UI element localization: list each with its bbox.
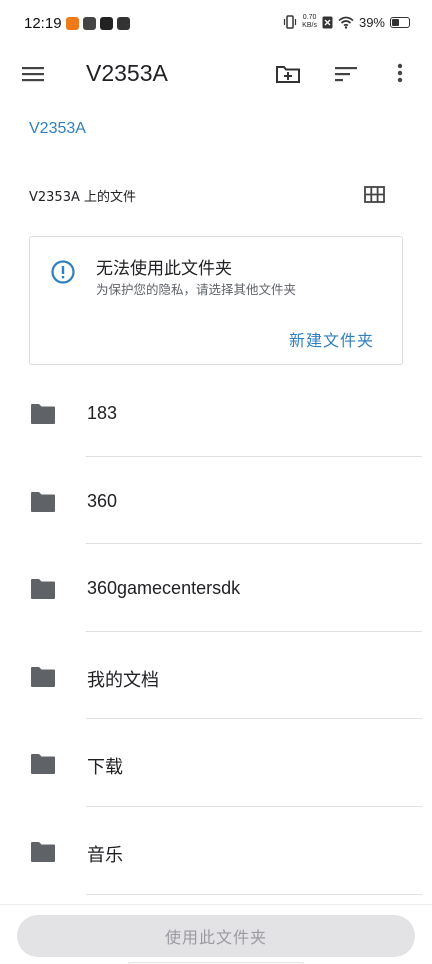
vibrate-icon (284, 15, 297, 29)
folder-item[interactable]: 我的文档 (0, 632, 432, 720)
folder-item[interactable]: 下载 (0, 719, 432, 807)
section-title: V2353A 上的文件 (29, 190, 137, 205)
new-folder-icon (276, 66, 300, 83)
grid-view-button[interactable] (361, 181, 389, 209)
folder-name: 我的文档 (87, 669, 159, 690)
card-title: 无法使用此文件夹 (96, 259, 232, 279)
no-sim-icon (322, 16, 333, 28)
status-right: 0.70 KB/s 39% (283, 14, 410, 30)
create-folder-button[interactable]: 新建文件夹 (289, 327, 374, 351)
folder-icon (31, 491, 55, 512)
status-time: 12:19 (24, 15, 62, 32)
folder-name: 360 (87, 490, 118, 511)
folder-icon (31, 579, 55, 600)
folder-name: 下载 (87, 757, 123, 778)
sort-icon (335, 67, 357, 82)
folder-icon (31, 404, 55, 424)
more-options-button[interactable] (388, 59, 412, 89)
battery-icon (390, 16, 410, 28)
folder-name: 音乐 (87, 844, 123, 865)
card-subtitle: 为保护您的隐私，请选择其他文件夹 (96, 282, 297, 297)
folder-name: 183 (87, 403, 118, 423)
info-icon (51, 260, 75, 284)
bottom-bar: 使用此文件夹 (0, 904, 432, 964)
wifi-icon (338, 16, 354, 29)
net-speed-unit: KB/s (302, 22, 317, 29)
menu-button[interactable] (18, 60, 48, 88)
status-bar: 12:19 0.70 KB/s 39% (0, 0, 432, 50)
folder-icon (31, 841, 55, 862)
net-speed-value: 0.70 (302, 14, 317, 21)
use-this-folder-button[interactable]: 使用此文件夹 (17, 915, 415, 957)
divider (86, 893, 422, 895)
cannot-use-folder-card: 无法使用此文件夹 为保护您的隐私，请选择其他文件夹 新建文件夹 (29, 236, 403, 365)
grid-view-icon (364, 186, 385, 203)
breadcrumb-root[interactable]: V2353A (29, 120, 86, 138)
app-bar: V2353A (0, 50, 432, 98)
app-notification-icon (83, 17, 96, 30)
new-folder-button[interactable] (273, 59, 303, 89)
network-speed: 0.70 KB/s (302, 14, 317, 30)
folder-icon (31, 666, 55, 687)
more-vert-icon (397, 63, 403, 83)
folder-name: 360gamecentersdk (87, 578, 241, 599)
folder-item[interactable]: 360 (0, 457, 432, 545)
folder-list: 183 360 360gamecentersdk 我的文档 下载 音乐 (0, 369, 432, 895)
folder-item[interactable]: 音乐 (0, 807, 432, 895)
message-notification-icon (117, 17, 130, 30)
folder-item[interactable]: 183 (0, 369, 432, 457)
battery-fill (392, 18, 400, 26)
store-notification-icon (66, 17, 79, 30)
menu-icon (22, 67, 44, 82)
folder-icon (31, 754, 55, 775)
folder-item[interactable]: 360gamecentersdk (0, 544, 432, 632)
app-title: V2353A (86, 60, 168, 86)
battery-percent: 39% (358, 14, 385, 30)
notification-icons (66, 17, 130, 30)
sort-button[interactable] (331, 59, 361, 89)
tiktok-notification-icon (100, 17, 113, 30)
